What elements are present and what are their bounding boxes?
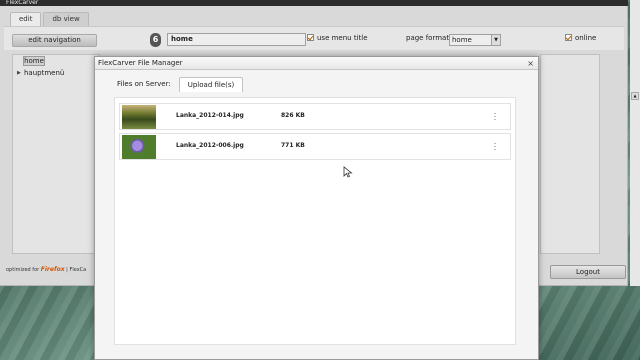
use-menu-title-label: use menu title (317, 34, 368, 42)
file-manager-dialog: FlexCarver File Manager × Files on Serve… (94, 56, 539, 360)
file-size: 771 KB (281, 142, 305, 149)
scroll-up-icon[interactable]: ▲ (631, 92, 639, 100)
footer-suffix: | FlexCa (66, 267, 87, 273)
use-menu-title-checkbox[interactable] (307, 34, 314, 41)
dialog-tabs: Files on Server: Upload file(s) (109, 77, 244, 92)
page-format-label: page format (406, 34, 450, 42)
page-format-value: home (452, 36, 472, 44)
dropdown-arrow-icon: ▼ (491, 35, 500, 45)
online-label: online (575, 34, 597, 42)
file-thumbnail (122, 135, 156, 159)
close-icon[interactable]: × (527, 57, 534, 70)
page-title-input[interactable]: home (167, 33, 306, 46)
page-scrollbar[interactable] (630, 0, 640, 286)
file-row[interactable]: Lanka_2012-006.jpg 771 KB (119, 133, 511, 160)
toolbar (4, 26, 624, 50)
page-format-select[interactable]: home ▼ (449, 34, 501, 46)
file-size: 826 KB (281, 112, 305, 119)
tab-upload-files[interactable]: Upload file(s) (178, 77, 244, 92)
firefox-link[interactable]: Firefox (41, 266, 65, 273)
tree-node-home[interactable]: home (23, 56, 45, 66)
tree-node-hauptmenu[interactable]: hauptmenü (24, 69, 64, 77)
file-row[interactable]: Lanka_2012-014.jpg 826 KB (119, 103, 511, 130)
properties-panel (540, 54, 600, 254)
spinner-icon (492, 143, 498, 151)
file-thumbnail (122, 105, 156, 129)
upload-file-list: Lanka_2012-014.jpg 826 KB Lanka_2012-006… (114, 97, 516, 345)
online-checkbox[interactable] (565, 34, 572, 41)
dialog-title: FlexCarver File Manager (95, 57, 538, 70)
footer-prefix: optimized for (6, 267, 40, 273)
logout-button[interactable]: Logout (550, 265, 626, 279)
navigation-tree (12, 54, 100, 254)
tab-db-view[interactable]: db view (43, 12, 89, 26)
file-name: Lanka_2012-006.jpg (176, 142, 244, 149)
tab-files-on-server[interactable]: Files on Server: (109, 77, 179, 92)
app-title-bar: FlexCarver (0, 0, 628, 6)
tree-expand-icon[interactable]: ▶ (17, 70, 21, 76)
mouse-cursor-icon (343, 166, 353, 178)
app-tabs: edit db view (10, 12, 91, 26)
edit-navigation-button[interactable]: edit navigation (12, 34, 97, 47)
file-name: Lanka_2012-014.jpg (176, 112, 244, 119)
footer-note: optimized for Firefox | FlexCa (6, 266, 86, 273)
logo-icon: 6 (150, 33, 161, 47)
tab-edit[interactable]: edit (10, 12, 42, 26)
spinner-icon (492, 113, 498, 121)
